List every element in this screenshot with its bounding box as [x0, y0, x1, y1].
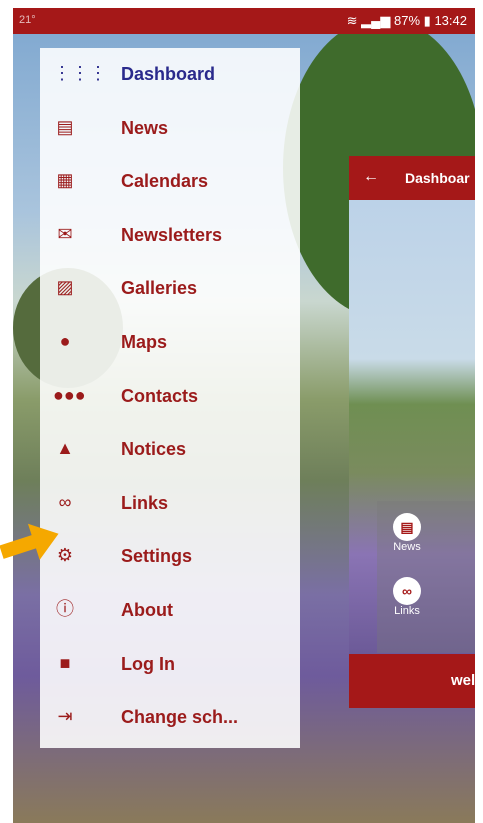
news-tile[interactable]: ▤ News	[387, 513, 427, 553]
link-icon: ∞	[58, 491, 72, 512]
map-pin-icon: ●	[59, 331, 71, 351]
background-app-title: Dashboar	[405, 170, 470, 186]
welcome-text: wel	[451, 672, 475, 689]
status-right: ≋ ▂▄▆ 87% ▮ 13:42	[347, 13, 467, 29]
navigation-drawer: ⋮⋮⋮ Dashboard ▤ News ▦ Calendars ✉ Newsletters ▨…	[40, 48, 300, 748]
background-app-toolbar: ← Dashboar	[349, 156, 475, 200]
drawer-item-log-in[interactable]: ■ Log In	[40, 638, 300, 692]
drawer-item-label: Maps	[121, 332, 168, 352]
drawer-item-label: Calendars	[121, 171, 209, 192]
info-icon: ⓘ	[56, 599, 74, 619]
links-tile[interactable]: ∞ Links	[387, 577, 427, 617]
drawer-item-label: Newsletters	[121, 224, 223, 245]
drawer-item-maps[interactable]: ● Maps	[40, 316, 300, 370]
drawer-item-change-sch[interactable]: ⇥ Change sch...	[40, 691, 300, 745]
battery-level: 87%	[394, 13, 421, 28]
background-app-window[interactable]: ← Dashboar ▤ News ∞ Links wel	[349, 156, 475, 708]
drawer-item-contacts[interactable]: ●●● Contacts	[40, 370, 300, 424]
links-tile-label: Links	[394, 605, 420, 617]
drawer-item-settings[interactable]: ⚙ Settings	[40, 530, 300, 584]
drawer-item-label: Settings	[121, 546, 193, 567]
drawer-item-label: Change sch...	[121, 707, 239, 728]
drawer-item-newsletters[interactable]: ✉ Newsletters	[40, 209, 300, 263]
clock: 13:42	[434, 13, 467, 28]
drawer-item-news[interactable]: ▤ News	[40, 102, 300, 156]
wifi-icon: ≋	[346, 13, 358, 28]
signal-icon: ▂▄▆	[361, 13, 391, 28]
news-icon: ▤	[393, 513, 421, 541]
link-icon: ∞	[393, 577, 421, 605]
drawer-item-label: Log In	[121, 653, 175, 674]
status-bar: 21° ≋ ▂▄▆ 87% ▮ 13:42	[13, 8, 475, 34]
bell-icon: ▲	[56, 438, 74, 459]
drawer-item-label: Contacts	[121, 385, 199, 406]
dashboard-icon: ⋮⋮⋮	[53, 63, 107, 83]
drawer-item-links[interactable]: ∞ Links	[40, 477, 300, 531]
back-arrow-icon[interactable]: ←	[363, 168, 379, 186]
battery-icon: ▮	[423, 13, 431, 28]
lock-icon: ■	[59, 652, 71, 673]
drawer-item-label: News	[121, 117, 169, 138]
pointer-arrow-icon	[0, 523, 59, 560]
drawer-item-label: Galleries	[121, 278, 198, 299]
news-icon: ▤	[56, 116, 74, 137]
calendar-icon: ▦	[56, 170, 74, 191]
drawer-item-label: About	[121, 600, 173, 620]
drawer-item-label: Links	[121, 492, 169, 513]
drawer-item-label: Dashboard	[121, 64, 216, 84]
sign-in-icon: ⇥	[57, 706, 73, 727]
news-tile-label: News	[393, 541, 421, 553]
envelope-icon: ✉	[57, 223, 73, 244]
drawer-item-calendars[interactable]: ▦ Calendars	[40, 155, 300, 209]
drawer-item-label: Notices	[121, 439, 187, 460]
notification-indicator: 21°	[19, 14, 36, 26]
drawer-item-notices[interactable]: ▲ Notices	[40, 423, 300, 477]
drawer-item-galleries[interactable]: ▨ Galleries	[40, 262, 300, 316]
drawer-item-dashboard[interactable]: ⋮⋮⋮ Dashboard	[40, 48, 300, 102]
contacts-icon: ●●●	[53, 384, 86, 405]
welcome-banner: wel	[349, 654, 475, 708]
background-app-tiles: ▤ News ∞ Links	[377, 501, 475, 653]
gallery-icon: ▨	[56, 277, 74, 298]
drawer-item-about[interactable]: ⓘ About	[40, 584, 300, 638]
